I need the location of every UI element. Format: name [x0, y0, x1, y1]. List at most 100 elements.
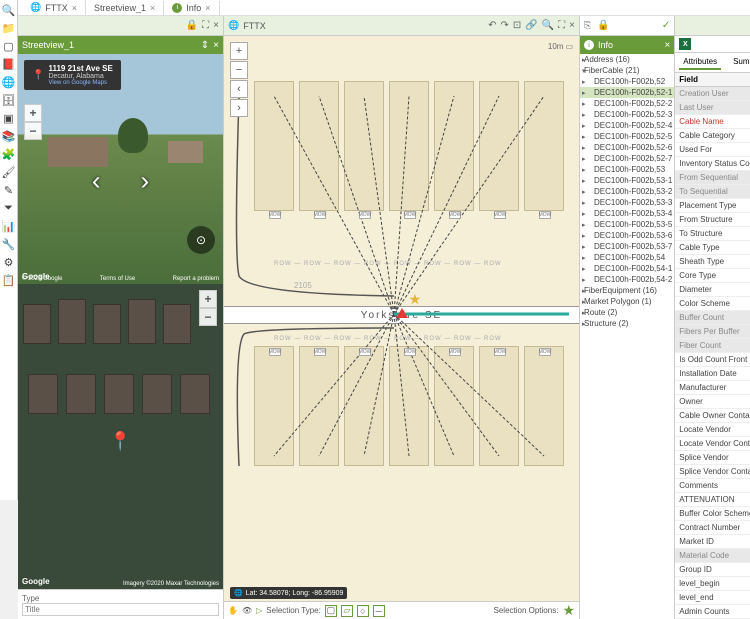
tree-item[interactable]: ▸DEC100h-F002b,53-1 — [580, 175, 674, 186]
field-row[interactable]: Comments — [675, 479, 750, 493]
field-row[interactable]: Owner — [675, 395, 750, 409]
eye-icon[interactable]: 👁 — [242, 606, 252, 615]
field-row[interactable]: From Structure — [675, 213, 750, 227]
hand-icon[interactable]: ✋ — [228, 606, 238, 615]
field-row[interactable]: Placement Type — [675, 199, 750, 213]
tree-group[interactable]: ▸FiberEquipment (16) — [580, 285, 674, 296]
field-row[interactable]: To Sequential — [675, 185, 750, 199]
brush-icon[interactable]: 🖌 — [3, 166, 15, 178]
map-zoom-in[interactable]: + — [230, 42, 248, 60]
field-row[interactable]: level_end — [675, 591, 750, 605]
clipboard-icon[interactable]: 📋 — [3, 274, 15, 286]
field-row[interactable]: Installation Date — [675, 367, 750, 381]
sel-circle[interactable]: ○ — [357, 605, 369, 617]
tree-item[interactable]: ▸DEC100h-F002b,54-2 — [580, 274, 674, 285]
tree-item[interactable]: ▸DEC100h-F002b,53-6 — [580, 230, 674, 241]
sel-rect[interactable]: ▢ — [325, 605, 337, 617]
close-icon[interactable]: × — [213, 40, 219, 51]
sv-report[interactable]: Report a problem — [173, 276, 219, 282]
undo-icon[interactable]: ↶ — [488, 20, 496, 31]
field-row[interactable]: Is Odd Count Front — [675, 353, 750, 367]
book-icon[interactable]: 📕 — [3, 58, 15, 70]
lock-icon[interactable]: 🔒 — [597, 20, 609, 31]
redo-icon[interactable]: ↷ — [500, 20, 508, 31]
crop-icon[interactable]: ⊡ — [513, 20, 521, 31]
field-row[interactable]: Cable Type — [675, 241, 750, 255]
tree-item[interactable]: ▸DEC100h-F002b,53-5 — [580, 219, 674, 230]
tree-item[interactable]: ▸DEC100h-F002b,52-5 — [580, 131, 674, 142]
streetview-viewport[interactable]: 📍 1119 21st Ave SE Decatur, Alabama View… — [18, 54, 223, 284]
title-input[interactable] — [22, 603, 219, 616]
layers-icon[interactable]: 📚 — [3, 130, 15, 142]
excel-icon[interactable]: X — [679, 38, 691, 50]
sv-zoom-in[interactable]: + — [24, 104, 42, 122]
cube-icon[interactable]: ▣ — [3, 112, 15, 124]
star-icon[interactable]: ★ — [562, 602, 575, 619]
sat-zoom-in[interactable]: + — [199, 290, 217, 308]
tab-attributes[interactable]: Attributes — [679, 55, 721, 70]
minimize-icon[interactable]: ⇕ — [201, 40, 209, 51]
field-row[interactable]: Splice Vendor Contact Number — [675, 465, 750, 479]
field-row[interactable]: Buffer Count — [675, 311, 750, 325]
close-icon[interactable]: × — [72, 3, 77, 13]
tab-fttx[interactable]: 🌐FTTX× — [22, 0, 86, 15]
field-row[interactable]: Material Code — [675, 549, 750, 563]
database-icon[interactable]: 🗄 — [3, 94, 15, 106]
sv-terms[interactable]: Terms of Use — [100, 276, 135, 282]
map-pan-right[interactable]: › — [230, 99, 248, 117]
field-row[interactable]: Used For — [675, 143, 750, 157]
tab-info[interactable]: iInfo× — [164, 1, 219, 15]
view-maps-link[interactable]: View on Google Maps — [48, 80, 112, 86]
sel-line[interactable]: ─ — [373, 605, 385, 617]
close-icon[interactable]: × — [664, 40, 670, 51]
field-row[interactable]: Locate Vendor Contact Number — [675, 437, 750, 451]
tree-item[interactable]: ▸DEC100h-F002b,52-2 — [580, 98, 674, 109]
tree-item[interactable]: ▸DEC100h-F002b,52-1 — [580, 87, 674, 98]
field-row[interactable]: Creation User — [675, 87, 750, 101]
field-row[interactable]: level_begin — [675, 577, 750, 591]
cursor-icon[interactable]: ▷ — [256, 606, 262, 615]
folder-icon[interactable]: 📁 — [3, 22, 15, 34]
field-row[interactable]: Buffer Color Scheme — [675, 507, 750, 521]
field-row[interactable]: Group ID — [675, 563, 750, 577]
field-row[interactable]: Sheath Type — [675, 255, 750, 269]
tree-item[interactable]: ▸DEC100h-F002b,52-7 — [580, 153, 674, 164]
chevron-right-icon[interactable]: › — [141, 165, 150, 196]
search-icon[interactable]: 🔍 — [542, 20, 554, 31]
tree-group[interactable]: ▾FiberCable (21) — [580, 65, 674, 76]
close-icon[interactable]: × — [150, 3, 155, 13]
globe-icon[interactable]: 🌐 — [3, 76, 15, 88]
field-row[interactable]: Cable Name — [675, 115, 750, 129]
field-row[interactable]: Contract Number — [675, 521, 750, 535]
tree-item[interactable]: ▸DEC100h-F002b,52-6 — [580, 142, 674, 153]
field-row[interactable]: Fibers Per Buffer — [675, 325, 750, 339]
field-row[interactable]: Locate Vendor — [675, 423, 750, 437]
field-row[interactable]: ATTENUATION — [675, 493, 750, 507]
tree-group[interactable]: ▸Address (16) — [580, 54, 674, 65]
field-row[interactable]: Core Type — [675, 269, 750, 283]
tree-item[interactable]: ▸DEC100h-F002b,53 — [580, 164, 674, 175]
sv-zoom-out[interactable]: − — [24, 122, 42, 140]
tree-group[interactable]: ▸Structure (2) — [580, 318, 674, 329]
expand-icon[interactable]: ⛶ — [558, 20, 565, 31]
field-row[interactable]: From Sequential — [675, 171, 750, 185]
square-icon[interactable]: ▢ — [3, 40, 15, 52]
tree-item[interactable]: ▸DEC100h-F002b,54-1 — [580, 263, 674, 274]
pencil-icon[interactable]: ✎ — [3, 184, 15, 196]
gear-icon[interactable]: ⚙ — [3, 256, 15, 268]
link-icon[interactable]: 🔗 — [525, 20, 537, 31]
map-zoom-out[interactable]: − — [230, 61, 248, 79]
field-row[interactable]: Fiber Count — [675, 339, 750, 353]
field-row[interactable]: Color Scheme — [675, 297, 750, 311]
tab-streetview[interactable]: Streetview_1× — [86, 1, 164, 15]
tree-item[interactable]: ▸DEC100h-F002b,52 — [580, 76, 674, 87]
tree-item[interactable]: ▸DEC100h-F002b,52-3 — [580, 109, 674, 120]
tree-item[interactable]: ▸DEC100h-F002b,54 — [580, 252, 674, 263]
field-row[interactable]: Splice Vendor — [675, 451, 750, 465]
streetview-nav-arrows[interactable]: ‹› — [92, 165, 149, 196]
tree-group[interactable]: ▸Route (2) — [580, 307, 674, 318]
pin-icon[interactable]: ⎘ — [584, 20, 591, 31]
field-row[interactable]: Manufacturer — [675, 381, 750, 395]
tree-item[interactable]: ▸DEC100h-F002b,53-3 — [580, 197, 674, 208]
chevron-left-icon[interactable]: ‹ — [92, 165, 101, 196]
